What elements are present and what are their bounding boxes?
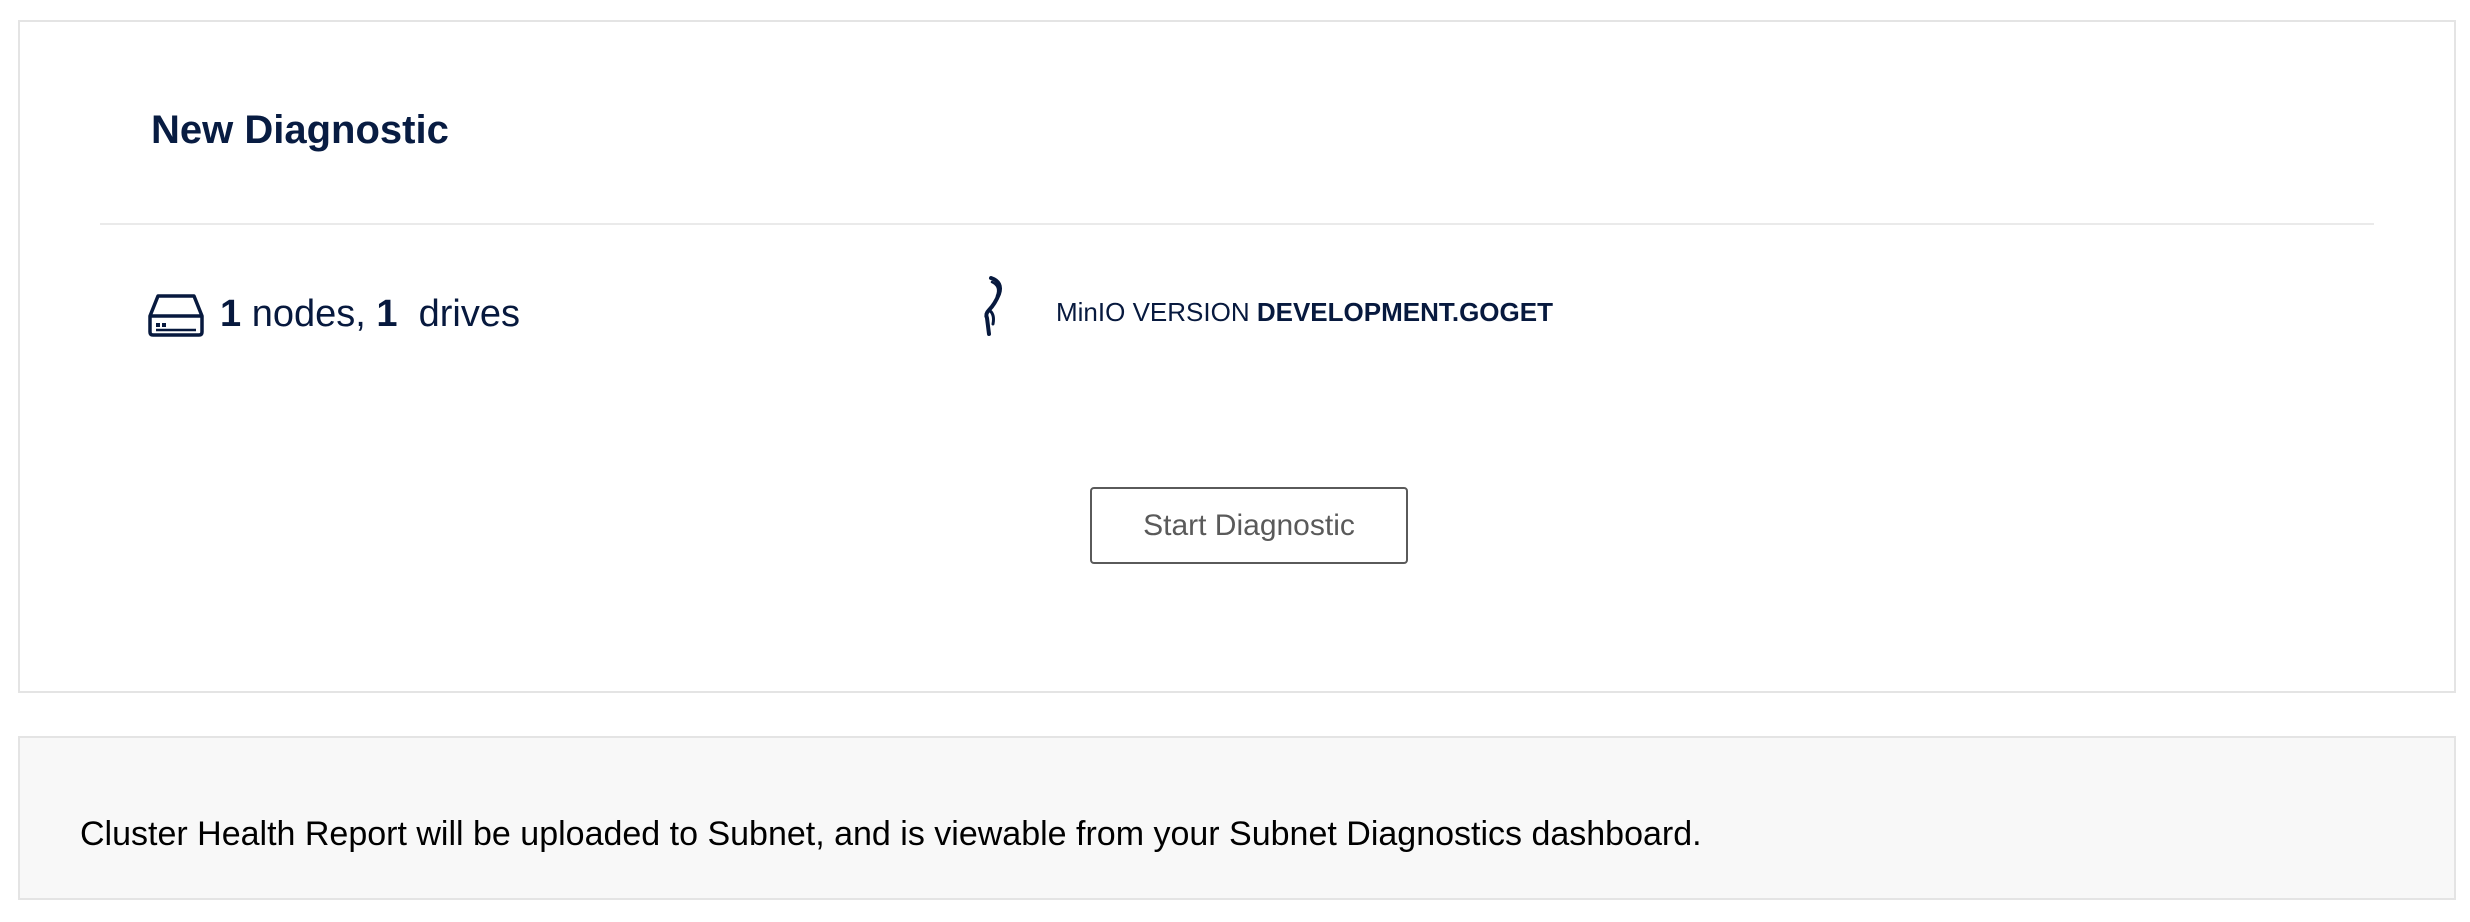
start-diagnostic-button[interactable]: Start Diagnostic (1090, 487, 1408, 564)
title-divider (100, 223, 2374, 225)
nodes-count: 1 (220, 292, 242, 335)
version-value: DEVELOPMENT.GOGET (1256, 297, 1553, 327)
minio-bird-icon (984, 276, 1002, 336)
drives-count: 1 (376, 292, 398, 335)
cluster-counts: 1 nodes, 1 drives (148, 284, 520, 344)
info-panel: Cluster Health Report will be uploaded t… (18, 736, 2456, 900)
upload-info-text: Cluster Health Report will be uploaded t… (80, 815, 1702, 853)
version-prefix: MinIO VERSION (1056, 297, 1257, 327)
hard-drive-icon (148, 294, 204, 337)
diagnostic-card: New Diagnostic 1 nodes, 1 drives MinIO V… (18, 20, 2456, 693)
page-title: New Diagnostic (151, 108, 449, 152)
minio-version: MinIO VERSION DEVELOPMENT.GOGET (1056, 294, 1553, 330)
nodes-label: nodes, (241, 292, 377, 335)
drives-label: drives (397, 292, 520, 335)
